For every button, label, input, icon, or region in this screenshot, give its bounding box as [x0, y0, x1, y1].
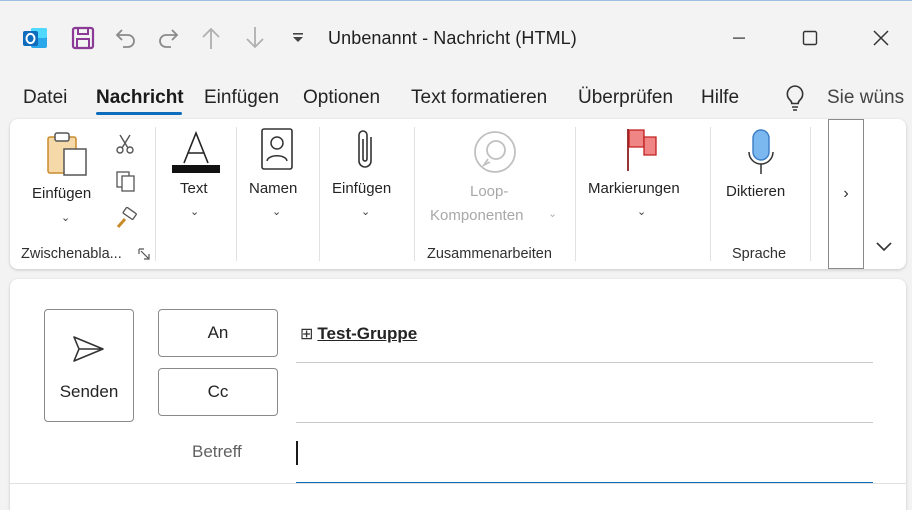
separator [710, 127, 711, 261]
attach-button[interactable] [353, 127, 379, 180]
maximize-icon [802, 30, 818, 46]
cut-icon[interactable] [114, 133, 136, 160]
menu-insert[interactable]: Einfügen [204, 87, 279, 109]
voice-group-label: Sprache [732, 246, 787, 262]
cc-button[interactable]: Cc [158, 368, 278, 416]
collaborate-group-label: Zusammenarbeiten [427, 246, 552, 262]
format-painter-icon[interactable] [114, 206, 138, 236]
separator [319, 127, 320, 261]
minimize-icon [733, 37, 745, 39]
font-color-icon [172, 130, 220, 173]
separator [810, 127, 811, 261]
include-label: Einfügen [332, 180, 392, 197]
minimize-button[interactable] [716, 21, 762, 55]
window-title: Unbenannt - Nachricht (HTML) [328, 28, 577, 48]
subject-label: Betreff [192, 442, 242, 461]
clipboard-group-label: Zwischenabla... [21, 246, 122, 262]
outlook-app-icon [20, 23, 50, 53]
chevron-down-icon[interactable]: ⌄ [190, 205, 199, 218]
chevron-down-icon[interactable]: ⌄ [61, 211, 70, 224]
text-label: Text [180, 180, 208, 197]
menu-options[interactable]: Optionen [303, 87, 380, 109]
separator [414, 127, 415, 261]
separator [236, 127, 237, 261]
send-button[interactable]: Senden [44, 309, 134, 422]
microphone-icon [748, 129, 774, 174]
maximize-button[interactable] [787, 21, 833, 55]
chevron-down-icon[interactable]: ⌄ [361, 205, 370, 218]
paperclip-icon [358, 130, 372, 168]
close-button[interactable] [858, 21, 904, 55]
close-icon [873, 30, 889, 46]
paste-button[interactable] [44, 131, 90, 184]
menu-help[interactable]: Hilfe [701, 87, 739, 109]
tags-label: Markierungen [588, 180, 680, 197]
paste-label: Einfügen [32, 185, 92, 202]
clipboard-paste-icon [47, 132, 87, 176]
send-label: Senden [59, 382, 119, 401]
menu-message[interactable]: Nachricht [96, 87, 184, 109]
address-book-icon [261, 128, 293, 170]
active-tab-indicator [96, 112, 182, 115]
lightbulb-icon[interactable] [783, 83, 807, 118]
compose-area: Senden An Cc Betreff ⊞ Test-Gruppe [10, 279, 906, 510]
dialog-launcher-icon[interactable] [138, 248, 151, 266]
recipient-name: Test-Gruppe [317, 324, 418, 343]
divider [10, 483, 906, 484]
ribbon-overflow-button[interactable]: › [828, 119, 864, 269]
tell-me-search[interactable]: Sie wüns [827, 87, 904, 109]
arrow-down-icon[interactable] [240, 23, 270, 53]
copy-icon[interactable] [114, 169, 138, 198]
text-caret [296, 441, 298, 465]
redo-icon[interactable] [154, 23, 184, 53]
loop-label-1: Loop- [470, 183, 509, 200]
flags-button[interactable] [624, 127, 660, 178]
loop-components-button[interactable] [472, 129, 518, 180]
ribbon: Einfügen ⌄ Zwischenabla... Text ⌄ Namen … [10, 119, 906, 269]
text-format-button[interactable] [170, 127, 222, 182]
customize-toolbar-icon[interactable] [283, 23, 313, 53]
loop-label-2: Komponenten [430, 207, 524, 224]
separator [575, 127, 576, 261]
expand-group-icon[interactable]: ⊞ [300, 324, 313, 344]
to-field[interactable] [296, 362, 873, 363]
save-icon[interactable] [68, 23, 98, 53]
recipient-chip[interactable]: ⊞ Test-Gruppe [300, 324, 417, 344]
cc-field[interactable] [296, 422, 873, 423]
separator [155, 127, 156, 261]
flag-icon [627, 129, 657, 171]
names-label: Namen [249, 180, 298, 197]
dictate-button[interactable] [745, 128, 777, 183]
dictate-label: Diktieren [726, 183, 786, 200]
to-button[interactable]: An [158, 309, 278, 357]
send-icon [73, 336, 104, 362]
chevron-down-icon: ⌄ [548, 208, 558, 220]
loop-icon [474, 131, 516, 173]
collapse-ribbon-icon[interactable] [874, 239, 894, 260]
arrow-up-icon[interactable] [196, 23, 226, 53]
chevron-down-icon[interactable]: ⌄ [272, 205, 281, 218]
menu-file[interactable]: Datei [23, 87, 67, 109]
undo-icon[interactable] [110, 23, 140, 53]
menu-format-text[interactable]: Text formatieren [411, 87, 547, 109]
menu-review[interactable]: Überprüfen [578, 87, 673, 109]
chevron-down-icon[interactable]: ⌄ [637, 205, 646, 218]
names-button[interactable] [259, 127, 295, 178]
